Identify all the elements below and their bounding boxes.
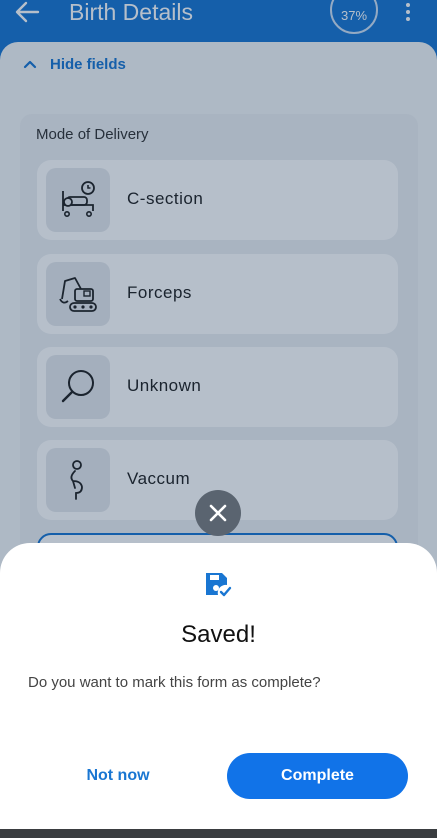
close-icon	[209, 504, 227, 522]
dialog-title: Saved!	[181, 621, 256, 648]
not-now-button[interactable]: Not now	[60, 754, 176, 798]
system-nav-bar	[0, 829, 437, 838]
close-button[interactable]	[195, 490, 241, 536]
dialog-message: Do you want to mark this form as complet…	[28, 674, 321, 691]
saved-dialog: Saved! Do you want to mark this form as …	[0, 543, 437, 829]
save-check-icon	[206, 573, 232, 597]
complete-button[interactable]: Complete	[227, 753, 408, 799]
